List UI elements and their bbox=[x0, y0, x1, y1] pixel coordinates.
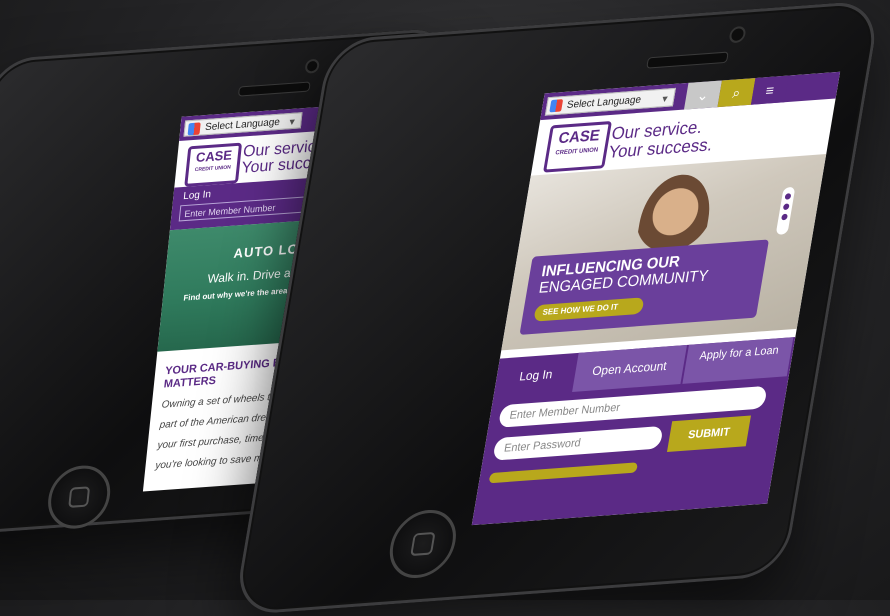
tab-open-account[interactable]: Open Account bbox=[572, 344, 688, 392]
hero-photo: INFLUENCING OUR ENGAGED COMMUNITY SEE HO… bbox=[501, 154, 827, 351]
progress-strip bbox=[488, 462, 639, 484]
language-select[interactable]: Select Language ▼ bbox=[544, 87, 676, 116]
hamburger-icon: ≡ bbox=[764, 81, 776, 99]
search-icon: ⌕ bbox=[731, 83, 742, 101]
login-section: Log In Open Account Apply for a Loan Ent… bbox=[471, 337, 796, 526]
tagline: Our service. Your success. bbox=[607, 117, 714, 162]
carousel-dot[interactable] bbox=[782, 203, 790, 211]
see-how-button[interactable]: SEE HOW WE DO IT bbox=[533, 297, 645, 322]
carousel-dot[interactable] bbox=[781, 213, 788, 221]
right-phone: Select Language ▼ ⌄ ⌕ ≡ CASE CREDIT UNIO… bbox=[232, 0, 882, 616]
password-input[interactable]: Enter Password bbox=[492, 425, 664, 461]
google-translate-icon bbox=[549, 99, 564, 113]
promo-title: INFLUENCING OUR ENGAGED COMMUNITY bbox=[537, 252, 710, 297]
search-button[interactable]: ⌕ bbox=[717, 77, 756, 108]
case-logo: CASE CREDIT UNION bbox=[542, 120, 613, 173]
home-square-icon bbox=[68, 486, 91, 508]
tab-login[interactable]: Log In bbox=[493, 353, 578, 398]
chevron-down-icon: ▼ bbox=[287, 116, 298, 128]
language-select[interactable]: Select Language ▼ bbox=[183, 112, 303, 137]
chevron-down-icon: ▼ bbox=[659, 93, 671, 105]
carousel-dot[interactable] bbox=[784, 193, 792, 200]
home-square-icon bbox=[410, 531, 436, 557]
carousel-dots[interactable] bbox=[775, 186, 796, 235]
chevron-icon[interactable]: ⌄ bbox=[683, 80, 722, 110]
login-label: Log In bbox=[182, 189, 212, 203]
tab-apply-loan[interactable]: Apply for a Loan bbox=[682, 337, 794, 384]
google-translate-icon bbox=[187, 122, 201, 136]
promo-card: INFLUENCING OUR ENGAGED COMMUNITY SEE HO… bbox=[519, 239, 770, 335]
submit-button[interactable]: SUBMIT bbox=[666, 415, 751, 453]
case-logo: CASE CREDIT UNION bbox=[184, 142, 243, 187]
menu-button[interactable]: ≡ bbox=[750, 75, 789, 105]
